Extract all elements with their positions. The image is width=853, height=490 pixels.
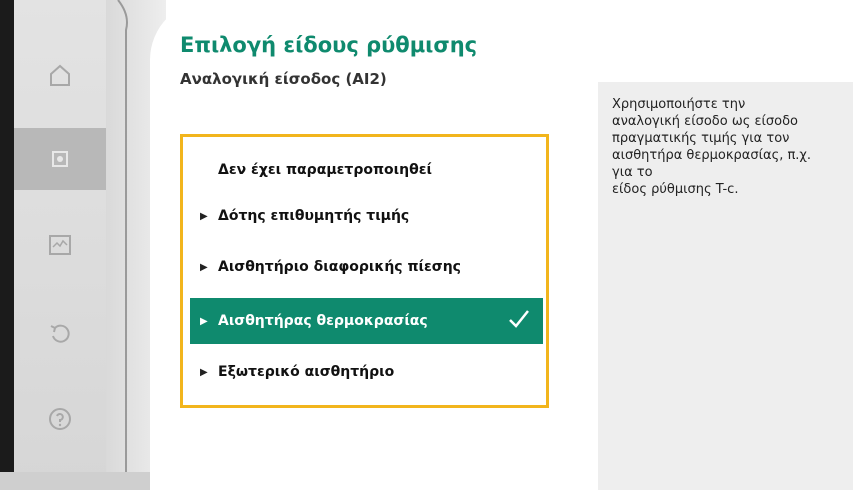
option-setpoint-sensor[interactable]: ▶ Δότης επιθυμητής τιμής xyxy=(190,193,543,239)
sidebar-item-diagnostics[interactable] xyxy=(14,214,106,276)
option-label: Δεν έχει παραμετροποιηθεί xyxy=(218,162,432,178)
option-temperature-sensor[interactable]: ▶ Αισθητήρας θερμοκρασίας xyxy=(190,298,543,344)
option-not-configured[interactable]: Δεν έχει παραμετροποιηθεί xyxy=(190,147,543,193)
sidebar xyxy=(14,0,106,490)
option-label: Αισθητήρας θερμοκρασίας xyxy=(218,313,428,329)
home-icon xyxy=(50,64,70,86)
page-title: Επιλογή είδους ρύθμισης xyxy=(180,33,478,57)
sidebar-item-home[interactable] xyxy=(14,44,106,106)
window-edge xyxy=(0,0,14,490)
chevron-right-icon: ▶ xyxy=(200,261,208,273)
help-icon xyxy=(49,408,71,430)
sidebar-item-settings[interactable] xyxy=(14,128,106,190)
option-list: Δεν έχει παραμετροποιηθεί ▶ Δότης επιθυμ… xyxy=(180,134,549,408)
restore-icon xyxy=(50,324,70,343)
option-external-sensor[interactable]: ▶ Εξωτερικό αισθητήριο xyxy=(190,349,543,395)
sidebar-item-restore[interactable] xyxy=(14,302,106,364)
chevron-right-icon: ▶ xyxy=(200,315,208,327)
settings-icon xyxy=(52,151,68,167)
chevron-right-icon: ▶ xyxy=(200,366,208,378)
sidebar-item-help[interactable] xyxy=(14,388,106,450)
info-text: Χρησιμοποιήστε την αναλογική είσοδο ως ε… xyxy=(612,97,812,197)
checkmark-icon xyxy=(509,310,529,328)
option-label: Δότης επιθυμητής τιμής xyxy=(218,208,410,224)
option-differential-pressure-sensor[interactable]: ▶ Αισθητήριο διαφορικής πίεσης xyxy=(190,244,543,290)
bottom-bar xyxy=(0,472,170,490)
page-subtitle: Αναλογική είσοδος (AI2) xyxy=(180,70,387,88)
option-label: Αισθητήριο διαφορικής πίεσης xyxy=(218,259,461,275)
chevron-right-icon: ▶ xyxy=(200,210,208,222)
diagnostics-icon xyxy=(49,235,71,255)
option-label: Εξωτερικό αισθητήριο xyxy=(218,364,395,380)
